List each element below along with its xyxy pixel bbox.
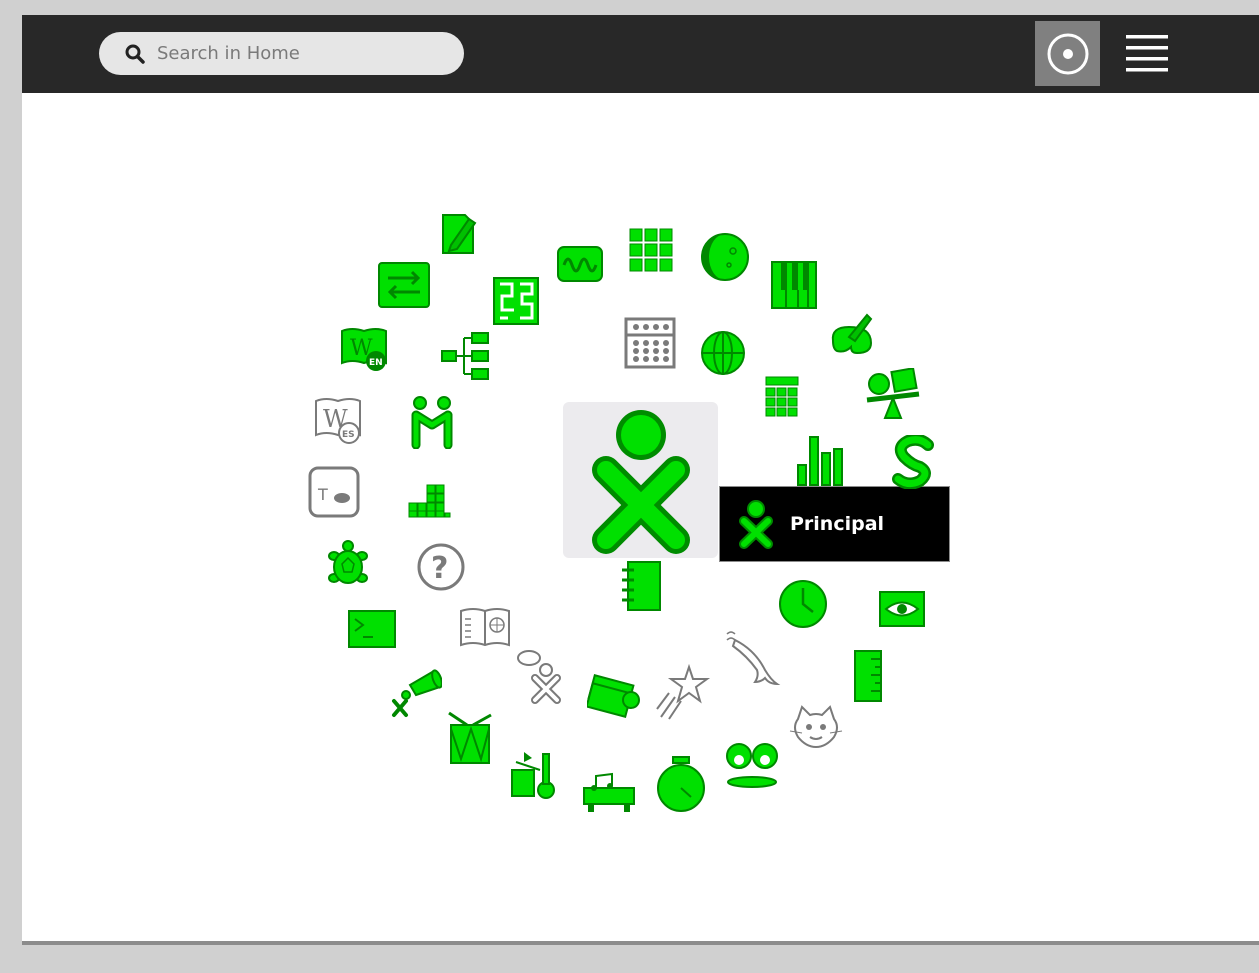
globe-icon	[701, 331, 745, 375]
xo-chat-activity[interactable]	[515, 648, 567, 704]
journal-activity[interactable]	[620, 560, 664, 612]
moon-activity[interactable]	[699, 231, 751, 283]
wikipedia-es-icon: W ES	[315, 398, 361, 444]
record-activity[interactable]	[878, 590, 926, 628]
wikipedia-en-icon: W EN	[341, 328, 387, 371]
wikipedia-es-activity[interactable]: W ES	[312, 395, 366, 445]
snake-s-icon	[892, 435, 934, 489]
search-input[interactable]	[155, 42, 449, 65]
home-view: Principal	[22, 15, 1259, 945]
svg-text:?: ?	[431, 551, 448, 586]
maze-icon	[493, 277, 539, 325]
maze-activity[interactable]	[492, 276, 540, 326]
favorites-view-button[interactable]	[1035, 21, 1100, 86]
ruler-icon	[854, 650, 882, 702]
piano-icon	[771, 261, 817, 309]
calculate-activity[interactable]	[764, 375, 800, 419]
xo-speech-icon	[517, 650, 561, 704]
svg-text:T: T	[317, 485, 328, 504]
palette-icon	[831, 313, 873, 355]
eye-icon	[879, 591, 925, 627]
xo-telescope-activity[interactable]	[390, 665, 442, 719]
journal-icon	[622, 561, 661, 611]
write-activity[interactable]	[435, 207, 481, 257]
chat-activity[interactable]	[376, 260, 432, 310]
stopwatch-activity[interactable]	[655, 755, 707, 813]
search-box[interactable]	[99, 32, 464, 75]
list-view-button[interactable]	[1114, 21, 1179, 86]
typing-turtle-icon: T	[308, 466, 360, 518]
analyze-activity[interactable]	[794, 433, 848, 487]
wikipedia-en-activity[interactable]: W EN	[338, 325, 392, 373]
help-icon: ?	[417, 543, 465, 591]
mind-map-icon	[441, 332, 489, 380]
seesaw-icon	[866, 368, 920, 419]
scratch-jr-activity[interactable]	[410, 395, 456, 449]
write-icon	[442, 214, 477, 254]
cat-icon	[789, 705, 843, 749]
memorize-activity[interactable]	[628, 227, 674, 273]
tamtam-edit-activity[interactable]	[510, 750, 560, 800]
terminal-icon	[348, 610, 396, 648]
svg-text:ES: ES	[342, 430, 355, 440]
xo-icon	[591, 410, 690, 554]
tamtam-synth-activity[interactable]	[582, 772, 636, 812]
drum-icon	[448, 711, 492, 764]
dolphin-activity[interactable]	[725, 630, 781, 690]
stars-activity[interactable]	[655, 663, 711, 721]
blocks-activity[interactable]	[407, 483, 451, 519]
ruler-activity[interactable]	[853, 649, 883, 703]
clock-icon	[779, 580, 827, 628]
toolbar	[22, 15, 1259, 93]
moon-icon	[701, 233, 749, 281]
svg-text:EN: EN	[369, 358, 383, 368]
megaphone-icon	[392, 669, 442, 717]
money-icon	[587, 674, 640, 718]
terminal-activity[interactable]	[347, 609, 397, 649]
book-globe-icon	[460, 608, 510, 647]
implode-activity[interactable]	[725, 740, 779, 790]
music-table-icon	[583, 772, 635, 812]
xo-small-icon	[739, 500, 773, 549]
paint-activity[interactable]	[827, 313, 879, 357]
abacus-activity[interactable]	[624, 317, 676, 369]
people-icon	[411, 396, 453, 449]
shooting-star-icon	[656, 663, 711, 720]
piano-activity[interactable]	[770, 260, 818, 310]
money-activity[interactable]	[587, 670, 643, 720]
clock-activity[interactable]	[777, 578, 829, 630]
xo-owner-icon[interactable]	[563, 402, 718, 558]
bar-chart-icon	[797, 436, 843, 486]
turtle-icon	[328, 540, 368, 584]
physics-activity[interactable]	[865, 368, 921, 420]
help-activity[interactable]: ?	[416, 542, 466, 592]
browse-activity[interactable]	[699, 329, 747, 377]
typing-turtle-activity[interactable]: T	[308, 466, 360, 518]
exchange-icon	[378, 262, 430, 308]
list-view-icon	[1125, 34, 1168, 71]
tamtam-jam-activity[interactable]	[445, 709, 495, 767]
get-books-activity[interactable]	[457, 605, 513, 651]
turtle-art-activity[interactable]	[326, 540, 370, 588]
tooltip-label: Principal	[790, 513, 885, 535]
speak-activity[interactable]	[890, 435, 938, 489]
search-icon	[125, 44, 145, 64]
mind-map-activity[interactable]	[440, 331, 492, 381]
waveform-icon	[557, 246, 603, 282]
measure-activity[interactable]	[556, 245, 604, 283]
eyes-icon	[726, 743, 778, 788]
stopwatch-icon	[657, 756, 705, 812]
grid-icon	[629, 228, 673, 272]
instruments-icon	[511, 752, 555, 799]
ring-view-icon	[1047, 33, 1088, 74]
abacus-icon	[624, 317, 676, 369]
dolphin-icon	[726, 631, 781, 686]
scratch-activity[interactable]	[788, 705, 844, 749]
blocks-icon	[408, 484, 451, 518]
calculator-icon	[765, 376, 799, 417]
owner-tooltip: Principal	[719, 486, 950, 562]
